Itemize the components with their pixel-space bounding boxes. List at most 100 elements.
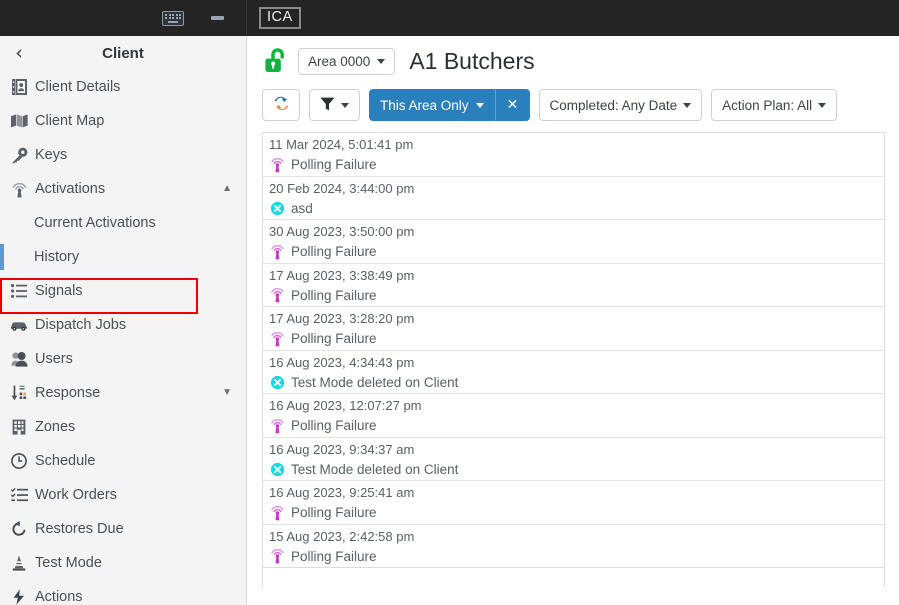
bolt-icon <box>10 588 28 605</box>
page-header: Area 0000 A1 Butchers <box>248 36 899 84</box>
filter-toolbar: This Area Only ✕ Completed: Any Date Act… <box>248 84 899 126</box>
undo-icon <box>10 520 28 538</box>
sidebar-item-current-activations[interactable]: Current Activations <box>0 206 246 240</box>
history-list[interactable]: 11 Mar 2024, 5:01:41 pm Polling Failure … <box>262 132 885 587</box>
history-row[interactable]: 30 Aug 2023, 3:50:00 pm Polling Failure <box>263 220 884 264</box>
history-row-text: Polling Failure <box>291 244 377 259</box>
history-row-body: Polling Failure <box>269 329 884 348</box>
antenna-alert-icon <box>269 548 286 565</box>
ica-logo: ICA <box>259 6 301 30</box>
sidebar-item-history[interactable]: History <box>0 240 246 274</box>
clear-area-filter-button[interactable]: ✕ <box>496 89 530 121</box>
user-icon <box>10 350 28 368</box>
map-icon <box>10 112 28 130</box>
sidebar-item-response[interactable]: Response ▼ <box>0 376 246 410</box>
car-icon <box>10 316 28 334</box>
completed-date-label: Completed: Any Date <box>549 97 678 113</box>
history-row-text: Polling Failure <box>291 548 377 564</box>
sidebar-item-signals[interactable]: Signals <box>0 274 246 308</box>
sidebar-item-label: Dispatch Jobs <box>35 317 127 333</box>
chevron-down-icon <box>475 102 484 108</box>
history-row[interactable]: 11 Mar 2024, 5:01:41 pm Polling Failure <box>263 133 884 177</box>
building-icon <box>10 418 28 436</box>
history-row-text: Polling Failure <box>291 505 377 520</box>
sidebar-item-client-details[interactable]: Client Details <box>0 70 246 104</box>
sidebar-item-keys[interactable]: Keys <box>0 138 246 172</box>
x-circle-icon <box>269 200 286 217</box>
chevron-up-icon[interactable]: ▲ <box>222 184 232 194</box>
antenna-alert-icon <box>269 243 286 260</box>
filter-button[interactable] <box>309 89 360 121</box>
history-row-body: Test Mode deleted on Client <box>269 373 884 392</box>
contact-card-icon <box>10 78 28 96</box>
sidebar-item-users[interactable]: Users <box>0 342 246 376</box>
sidebar-header: ‹ Client <box>0 36 246 70</box>
tasks-icon <box>10 486 28 504</box>
action-plan-filter[interactable]: Action Plan: All <box>711 89 838 121</box>
sidebar-item-client-map[interactable]: Client Map <box>0 104 246 138</box>
chevron-left-icon[interactable]: ‹ <box>10 43 28 62</box>
sidebar-item-label: Response <box>35 385 101 401</box>
chevron-down-icon <box>683 102 692 108</box>
history-row-text: Test Mode deleted on Client <box>291 374 459 390</box>
history-row-body: asd <box>269 199 884 218</box>
sidebar-item-restores-due[interactable]: Restores Due <box>0 512 246 546</box>
sidebar-item-label: Actions <box>35 589 83 605</box>
history-row-date: 11 Mar 2024, 5:01:41 pm <box>269 137 414 152</box>
sidebar-item-label: Restores Due <box>35 521 124 537</box>
history-row-text: Polling Failure <box>291 287 377 303</box>
key-icon <box>10 146 28 164</box>
history-row-text: asd <box>291 200 313 216</box>
history-row[interactable]: 16 Aug 2023, 9:34:37 am Test Mode delete… <box>263 438 884 481</box>
history-row[interactable]: 15 Aug 2023, 2:42:58 pm Polling Failure <box>263 525 884 568</box>
sidebar-item-zones[interactable]: Zones <box>0 410 246 444</box>
sidebar-item-work-orders[interactable]: Work Orders <box>0 478 246 512</box>
sidebar-item-label: Signals <box>35 283 83 299</box>
history-row-body: Polling Failure <box>269 503 884 522</box>
area-scope-dropdown[interactable]: This Area Only <box>369 89 495 121</box>
history-row-body: Polling Failure <box>269 547 884 566</box>
x-circle-icon <box>269 461 286 478</box>
sidebar-item-schedule[interactable]: Schedule <box>0 444 246 478</box>
sidebar-item-activations[interactable]: Activations ▲ <box>0 172 246 206</box>
titlebar-brand-area: ICA <box>247 0 899 36</box>
keyboard-icon[interactable] <box>162 10 184 26</box>
history-row-body: Test Mode deleted on Client <box>269 460 884 479</box>
minimize-icon <box>210 16 224 20</box>
area-scope-filter: This Area Only ✕ <box>369 89 530 121</box>
history-row[interactable]: 16 Aug 2023, 12:07:27 pm Polling Failure <box>263 394 884 438</box>
history-row[interactable]: 16 Aug 2023, 9:25:41 am Polling Failure <box>263 481 884 525</box>
history-row-body: Polling Failure <box>269 242 884 261</box>
history-row[interactable]: 20 Feb 2024, 3:44:00 pm asd <box>263 177 884 220</box>
sidebar-item-dispatch-jobs[interactable]: Dispatch Jobs <box>0 308 246 342</box>
refresh-button[interactable] <box>262 89 300 121</box>
sidebar-item-label: Work Orders <box>35 487 117 503</box>
history-row-date: 16 Aug 2023, 9:34:37 am <box>269 441 415 457</box>
history-row-date: 20 Feb 2024, 3:44:00 pm <box>269 180 415 196</box>
clock-icon <box>10 452 28 470</box>
area-select-label: Area 0000 <box>308 53 371 69</box>
area-scope-label: This Area Only <box>380 97 469 113</box>
refresh-icon <box>273 95 290 115</box>
history-row[interactable]: 17 Aug 2023, 3:28:20 pm Polling Failure <box>263 307 884 351</box>
unlock-icon[interactable] <box>262 46 292 76</box>
sidebar-item-label: Client Map <box>35 113 105 129</box>
funnel-icon <box>320 97 335 114</box>
sidebar-item-actions[interactable]: Actions <box>0 580 246 605</box>
sidebar-item-test-mode[interactable]: Test Mode <box>0 546 246 580</box>
history-row[interactable]: 16 Aug 2023, 4:34:43 pm Test Mode delete… <box>263 351 884 394</box>
history-row-date: 16 Aug 2023, 12:07:27 pm <box>269 398 422 413</box>
antenna-alert-icon <box>269 504 286 521</box>
history-row-body: Polling Failure <box>269 416 884 435</box>
history-row[interactable]: 17 Aug 2023, 3:38:49 pm Polling Failure <box>263 264 884 307</box>
minimize-button[interactable] <box>206 7 228 29</box>
sidebar-item-label: Keys <box>35 147 68 163</box>
list-icon <box>10 282 28 300</box>
x-circle-icon <box>269 374 286 391</box>
area-select[interactable]: Area 0000 <box>298 47 396 75</box>
antenna-alert-icon <box>269 287 286 304</box>
chevron-down-icon[interactable]: ▼ <box>222 388 232 398</box>
completed-date-filter[interactable]: Completed: Any Date <box>538 89 703 121</box>
sidebar: ‹ Client Client Details Client Map Keys <box>0 36 247 605</box>
traffic-cone-icon <box>10 554 28 572</box>
